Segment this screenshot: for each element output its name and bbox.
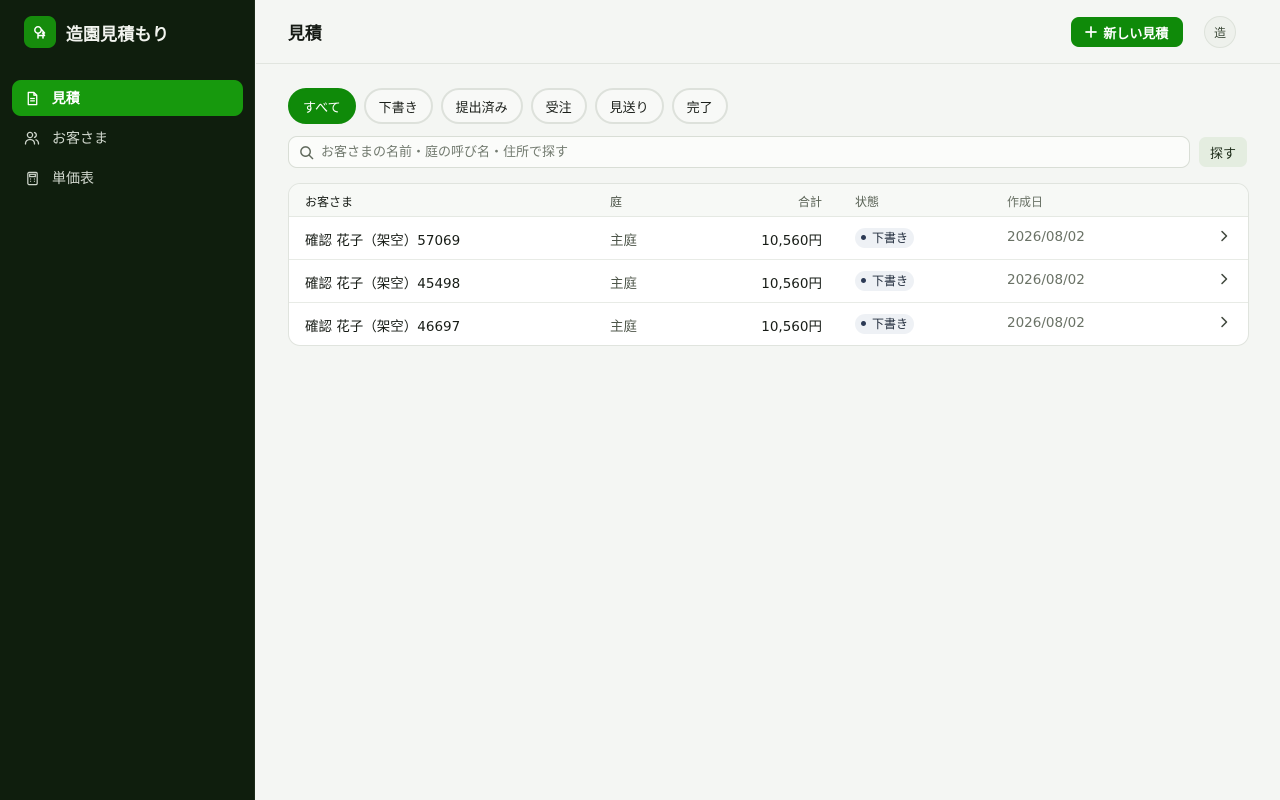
table-header: お客さま 庭 合計 状態 作成日 [289,184,1248,217]
sidebar-item-customers[interactable]: お客さま [12,120,243,156]
status-label: 下書き [872,231,909,245]
customer-name: 確認 花子（架空）57069 [305,233,461,249]
garden-name: 主庭 [610,319,637,335]
chevron-right-icon [1217,315,1231,333]
sidebar-item-estimates[interactable]: 見積 [12,80,243,116]
new-estimate-button[interactable]: 新しい見積 [1071,17,1183,47]
chevron-right-icon [1217,272,1231,290]
customer-name: 確認 花子（架空）46697 [305,319,461,335]
plus-icon [1085,26,1098,38]
total-amount: 10,560円 [761,233,822,249]
tree-logo-icon [24,16,56,48]
filter-draft[interactable]: 下書き [363,88,433,124]
column-customer: お客さま [305,195,354,209]
customer-name: 確認 花子（架空）45498 [305,276,461,292]
estimates-table: お客さま 庭 合計 状態 作成日 確認 花子（架空）57069 主庭 10,56… [288,183,1249,346]
status-badge: 下書き [855,227,915,248]
search-bar [288,136,1190,168]
status-dot-icon [861,321,866,326]
table-row[interactable]: 確認 花子（架空）46697 主庭 10,560円 下書き 2026/08/02 [289,303,1248,345]
sidebar-item-label: 見積 [52,91,80,107]
top-bar: 見積 新しい見積 造 [256,0,1280,64]
filter-completed[interactable]: 完了 [671,88,728,124]
avatar[interactable]: 造 [1204,16,1236,48]
status-dot-icon [861,235,866,240]
status-dot-icon [861,278,866,283]
new-estimate-label: 新しい見積 [1103,26,1169,42]
brand[interactable]: 造園見積もり [24,16,169,48]
created-date: 2026/08/02 [1007,272,1085,288]
status-label: 下書き [872,274,909,288]
garden-name: 主庭 [610,276,637,292]
document-icon [24,90,40,106]
garden-name: 主庭 [610,233,637,249]
column-garden: 庭 [610,195,623,209]
created-date: 2026/08/02 [1007,315,1085,331]
filter-ordered[interactable]: 受注 [530,88,587,124]
status-badge: 下書き [855,313,915,334]
sidebar-item-label: お客さま [52,131,108,147]
filter-submitted[interactable]: 提出済み [440,88,523,124]
search-button[interactable]: 探す [1199,137,1247,167]
sidebar: 造園見積もり 見積 お客さま 単価表 [0,0,255,800]
table-row[interactable]: 確認 花子（架空）45498 主庭 10,560円 下書き 2026/08/02 [289,260,1248,303]
total-amount: 10,560円 [761,319,822,335]
search-icon [299,145,314,160]
column-created: 作成日 [1007,195,1044,209]
table-row[interactable]: 確認 花子（架空）57069 主庭 10,560円 下書き 2026/08/02 [289,217,1248,260]
calculator-icon [24,170,40,186]
sidebar-nav: 見積 お客さま 単価表 [12,80,243,200]
total-amount: 10,560円 [761,276,822,292]
users-icon [24,130,40,146]
sidebar-item-label: 単価表 [52,171,94,187]
page-title: 見積 [288,24,322,44]
filter-declined[interactable]: 見送り [594,88,664,124]
filter-all[interactable]: すべて [288,88,356,124]
sidebar-item-price-list[interactable]: 単価表 [12,160,243,196]
created-date: 2026/08/02 [1007,229,1085,245]
column-total: 合計 [797,195,822,209]
status-label: 下書き [872,317,909,331]
status-badge: 下書き [855,270,915,291]
app-name: 造園見積もり [66,24,170,45]
status-filter-tabs: すべて 下書き 提出済み 受注 見送り 完了 [288,88,736,124]
chevron-right-icon [1217,229,1231,247]
column-status: 状態 [855,195,880,209]
search-input[interactable] [321,144,1171,160]
